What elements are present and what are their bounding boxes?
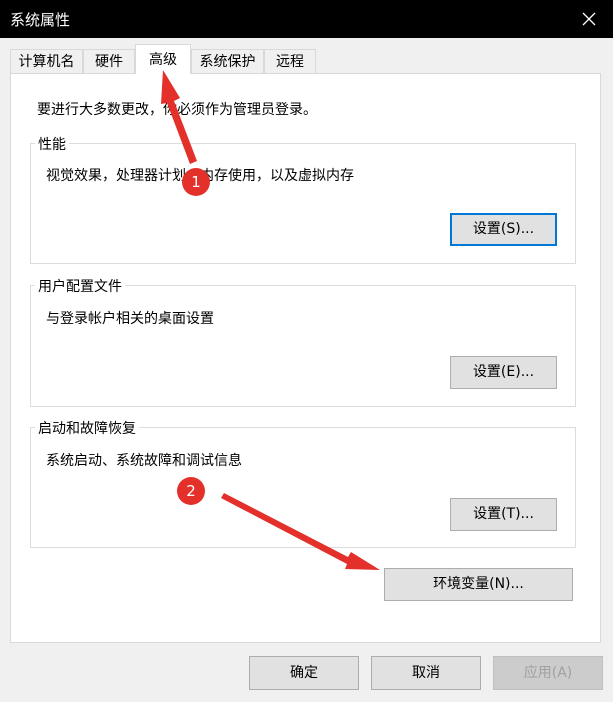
cancel-button[interactable]: 取消 <box>371 656 481 690</box>
admin-notice: 要进行大多数更改，你必须作为管理员登录。 <box>37 102 317 118</box>
environment-variables-button[interactable]: 环境变量(N)... <box>384 568 573 601</box>
startup-recovery-group-title: 启动和故障恢复 <box>35 418 139 438</box>
tab-system-protection[interactable]: 系统保护 <box>191 49 264 73</box>
annotation-marker-1: 1 <box>182 168 210 196</box>
tab-remote[interactable]: 远程 <box>264 49 316 73</box>
user-profiles-settings-button[interactable]: 设置(E)... <box>450 356 557 389</box>
startup-recovery-settings-button[interactable]: 设置(T)... <box>450 498 557 531</box>
apply-button: 应用(A) <box>493 656 603 690</box>
tab-computer-name[interactable]: 计算机名 <box>10 49 83 73</box>
title-bar: 系统属性 <box>0 0 613 38</box>
window-title: 系统属性 <box>10 11 71 29</box>
performance-settings-button[interactable]: 设置(S)... <box>450 213 557 246</box>
user-profiles-group-title: 用户配置文件 <box>35 276 125 296</box>
performance-group: 性能 视觉效果，处理器计划，内存使用，以及虚拟内存 设置(S)... <box>30 134 576 264</box>
user-profiles-description: 与登录帐户相关的桌面设置 <box>46 311 214 327</box>
tab-advanced[interactable]: 高级 <box>135 44 191 74</box>
user-profiles-group: 用户配置文件 与登录帐户相关的桌面设置 设置(E)... <box>30 276 576 407</box>
performance-group-title: 性能 <box>35 134 69 154</box>
close-icon <box>582 12 596 26</box>
startup-recovery-description: 系统启动、系统故障和调试信息 <box>46 453 242 469</box>
startup-recovery-group: 启动和故障恢复 系统启动、系统故障和调试信息 设置(T)... <box>30 418 576 548</box>
annotation-marker-2: 2 <box>177 477 205 505</box>
ok-button[interactable]: 确定 <box>249 656 359 690</box>
tab-hardware[interactable]: 硬件 <box>83 49 135 73</box>
close-button[interactable] <box>567 0 613 38</box>
